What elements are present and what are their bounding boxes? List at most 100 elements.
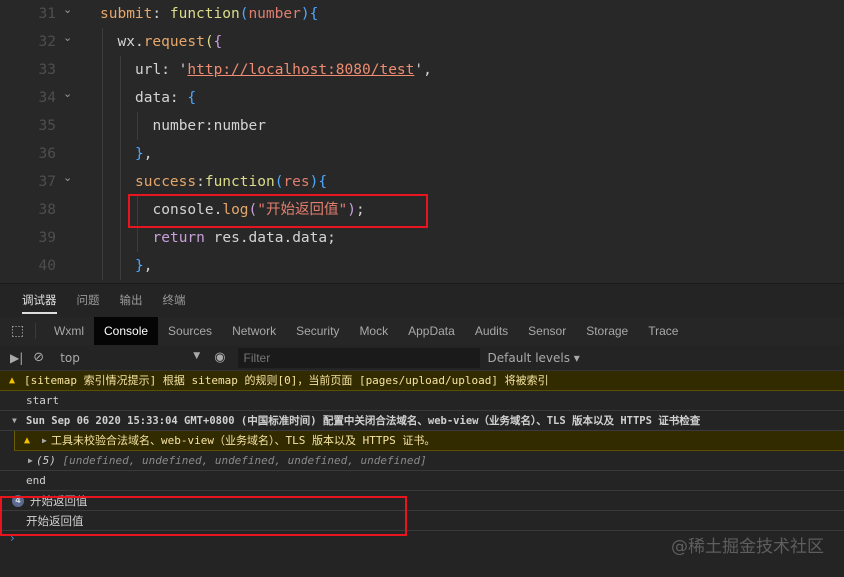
line-number: 31 (38, 6, 56, 22)
code-token: data (248, 230, 284, 246)
code-text: submit: function(number){ (100, 0, 318, 28)
code-token: function (169, 6, 240, 22)
panel-tab[interactable]: 终端 (163, 284, 186, 317)
warning-icon: ▲ (9, 375, 16, 386)
code-token: } (135, 258, 144, 274)
code-token: : (169, 90, 188, 106)
console-log-row: end (0, 471, 844, 491)
log-levels-label: Default levels (487, 350, 570, 365)
fold-chevron-icon[interactable]: ⌄ (63, 164, 72, 192)
panel-tab[interactable]: 输出 (120, 284, 143, 317)
inspect-element-icon[interactable]: ⬚ (0, 323, 36, 339)
code-token: { (213, 34, 223, 50)
warning-text: [sitemap 索引情况提示] 根据 sitemap 的规则[0]，当前页面 … (24, 374, 549, 387)
code-token: res (213, 230, 240, 246)
code-line: 40}, (0, 252, 844, 280)
eye-icon[interactable]: ◉ (214, 350, 225, 365)
code-text: url: 'http://localhost:8080/test', (135, 56, 432, 84)
group-title: Sun Sep 06 2020 15:33:04 GMT+0800 (中国标准时… (26, 415, 701, 427)
code-token: { (318, 174, 328, 190)
array-values: [undefined, undefined, undefined, undefi… (62, 454, 427, 467)
devtools-tab-security[interactable]: Security (286, 317, 349, 345)
code-token: number (152, 118, 205, 134)
clear-console-icon[interactable]: ⊘ (33, 350, 44, 365)
filter-input[interactable] (237, 347, 480, 368)
panel-tab[interactable]: 问题 (77, 284, 100, 317)
indent-guide (102, 112, 103, 140)
code-token: return (152, 230, 214, 246)
code-text: number:number (153, 112, 267, 140)
code-token: request (143, 34, 205, 50)
fold-chevron-icon[interactable]: ⌄ (63, 80, 72, 108)
code-text: return res.data.data; (153, 224, 336, 252)
code-line: 36}, (0, 140, 844, 168)
indent-guide (102, 252, 103, 280)
watermark: @稀土掘金技术社区 (671, 537, 824, 557)
devtools-tab-console[interactable]: Console (94, 317, 159, 345)
devtools-tab-sensor[interactable]: Sensor (518, 317, 576, 345)
code-line: 31 ⌄ submit: function(number){ (0, 0, 844, 28)
devtools-tab-appdata[interactable]: AppData (398, 317, 465, 345)
console-group-warning-row[interactable]: ▲ ▶ 工具未校验合法域名、web-view（业务域名）、TLS 版本以及 HTTP… (14, 431, 844, 451)
devtools-tab-network[interactable]: Network (222, 317, 286, 345)
sidebar-toggle-icon[interactable]: ▶| (10, 351, 23, 365)
code-token: ; (327, 230, 336, 246)
console-group-header[interactable]: ▼ Sun Sep 06 2020 15:33:04 GMT+0800 (中国标准… (0, 411, 844, 431)
code-token: } (135, 146, 144, 162)
console-warning-row: ▲ [sitemap 索引情况提示] 根据 sitemap 的规则[0]，当前页面… (0, 371, 844, 391)
code-editor[interactable]: 31 ⌄ submit: function(number){32 ⌄ wx.reques… (0, 0, 844, 283)
devtools-tab-audits[interactable]: Audits (465, 317, 518, 345)
code-token: submit (100, 6, 153, 22)
console-array-row[interactable]: ▶ (5) [undefined, undefined, undefined, u… (0, 451, 844, 471)
line-number: 40 (38, 258, 56, 274)
code-text: success:function(res){ (135, 168, 327, 196)
code-token: , (143, 258, 153, 274)
devtools-tab-wxml[interactable]: Wxml (44, 317, 94, 345)
code-token: http://localhost:8080/test (187, 62, 415, 78)
devtools-tab-storage[interactable]: Storage (576, 317, 638, 345)
line-number: 32 (38, 34, 56, 50)
indent-guide (119, 224, 121, 252)
debug-panel: 调试器 问题 输出 终端 ⬚ Wxml Console Sources Network Sec… (0, 283, 844, 577)
context-select[interactable]: top ▼ (60, 351, 200, 365)
code-token: number (248, 6, 301, 22)
code-token: : (196, 174, 205, 190)
devtools-tab-trace[interactable]: Trace (638, 317, 688, 345)
devtools-tab-sources[interactable]: Sources (158, 317, 222, 345)
line-number: 39 (38, 230, 56, 246)
expand-triangle-icon: ▼ (12, 416, 17, 425)
indent-guide (102, 56, 103, 84)
fold-chevron-icon[interactable]: ⌄ (63, 0, 72, 24)
code-token: . (134, 34, 144, 50)
line-number: 38 (38, 202, 56, 218)
panel-tab[interactable]: 调试器 (22, 284, 57, 317)
log-text: start (26, 394, 60, 407)
log-levels-select[interactable]: Default levels ▾ (488, 351, 580, 365)
indent-guide (119, 252, 121, 280)
indent-guide (119, 112, 121, 140)
code-token: ) (300, 6, 310, 22)
highlight-box-console-log (128, 194, 428, 228)
indent-guide (119, 168, 121, 196)
line-number: 34 (38, 90, 56, 106)
code-line: 32 ⌄ wx.request({ (0, 28, 844, 56)
indent-guide (137, 224, 138, 252)
code-text: data: { (135, 84, 196, 112)
code-token: . (283, 230, 293, 246)
fold-chevron-icon[interactable]: ⌄ (63, 24, 72, 52)
devtools-tabs: ⬚ Wxml Console Sources Network Security Mock A… (0, 317, 844, 345)
code-text: }, (135, 252, 152, 280)
code-token: number (213, 118, 267, 134)
code-token: success (135, 174, 197, 190)
code-token: wx (117, 34, 135, 50)
log-text: end (26, 474, 46, 487)
code-token: : (152, 6, 170, 22)
devtools-tab-mock[interactable]: Mock (349, 317, 398, 345)
code-line: 33 url: 'http://localhost:8080/test', (0, 56, 844, 84)
code-token: . (239, 230, 249, 246)
chevron-down-icon: ▼ (193, 350, 201, 361)
code-token: : ' (161, 62, 188, 78)
expand-arrow-icon: ▶ (42, 436, 47, 445)
code-token: url (135, 62, 162, 78)
indent-guide (119, 196, 121, 224)
